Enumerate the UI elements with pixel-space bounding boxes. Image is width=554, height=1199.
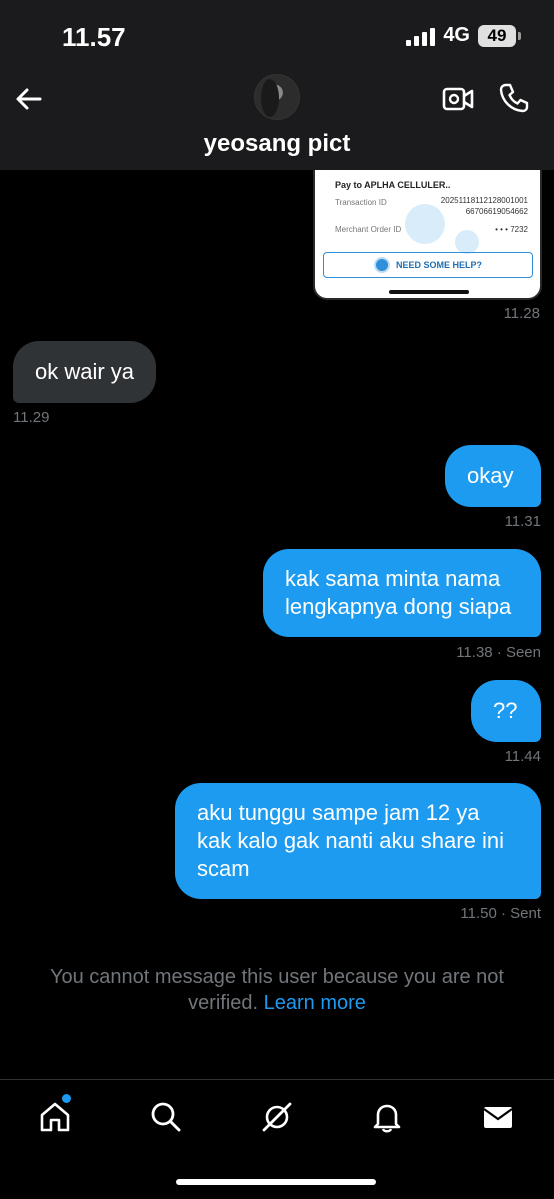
help-icon [373,257,390,273]
message-timestamp: 11.44 [504,748,541,765]
transaction-value-2: 66706619054662 [465,207,528,216]
message-timestamp: 11.50 · Sent [460,905,541,922]
status-bar: 11.57 4G 49 [0,0,554,66]
status-time: 11.57 [62,22,126,52]
message-text: ok wair ya [35,359,135,384]
transaction-value-1: 2025111811212800100​1 [440,196,528,205]
signal-icon [406,26,436,46]
transaction-label: Transaction ID [335,198,387,207]
home-indicator-in-image [389,290,469,294]
help-label: NEED SOME HELP? [395,260,482,270]
pay-to-label: Pay to APLHA CELLULER.. [335,180,451,190]
home-icon[interactable] [38,1100,72,1134]
video-call-icon[interactable] [442,84,474,114]
message-text: kak sama minta nama lengkapnya dong siap… [285,566,512,619]
message-bubble-outgoing[interactable]: okay [445,445,541,507]
phone-call-icon[interactable] [498,82,530,114]
message-bubble-outgoing[interactable]: kak sama minta nama lengkapnya dong siap… [263,549,541,637]
merchant-label: Merchant Order ID [335,225,402,234]
conversation-header: yeosang pict [0,66,554,170]
help-button: NEED SOME HELP? [323,252,533,278]
avatar[interactable] [254,74,300,120]
messages-icon[interactable] [481,1100,515,1134]
message-text: aku tunggu sampe jam 12 ya kak kalo gak … [197,800,504,881]
message-timestamp: 11.31 [504,513,541,530]
contact-name[interactable]: yeosang pict [0,130,554,158]
merchant-value: • • • 7232 [495,225,528,234]
message-text: ?? [493,698,518,723]
verification-notice: You cannot message this user because you… [20,964,534,1016]
grok-icon[interactable] [260,1100,294,1134]
learn-more-link[interactable]: Learn more [264,992,366,1014]
notifications-icon[interactable] [370,1100,404,1134]
battery-icon: 49 [478,24,521,47]
network-type: 4G [443,24,470,46]
message-bubble-incoming[interactable]: ok wair ya [13,341,157,403]
message-timestamp: 11.29 [13,409,50,426]
search-icon[interactable] [149,1100,183,1134]
message-bubble-outgoing[interactable]: ?? [471,680,541,742]
notification-dot [62,1094,71,1103]
message-timestamp: 11.38 · Seen [456,644,541,661]
back-arrow-icon[interactable] [14,84,44,114]
shared-image[interactable]: Pay to APLHA CELLULER.. Transaction ID 2… [313,170,542,300]
message-timestamp: 11.28 [503,305,540,322]
message-bubble-outgoing[interactable]: aku tunggu sampe jam 12 ya kak kalo gak … [175,783,541,899]
message-text: okay [467,463,514,488]
home-indicator [176,1179,376,1185]
